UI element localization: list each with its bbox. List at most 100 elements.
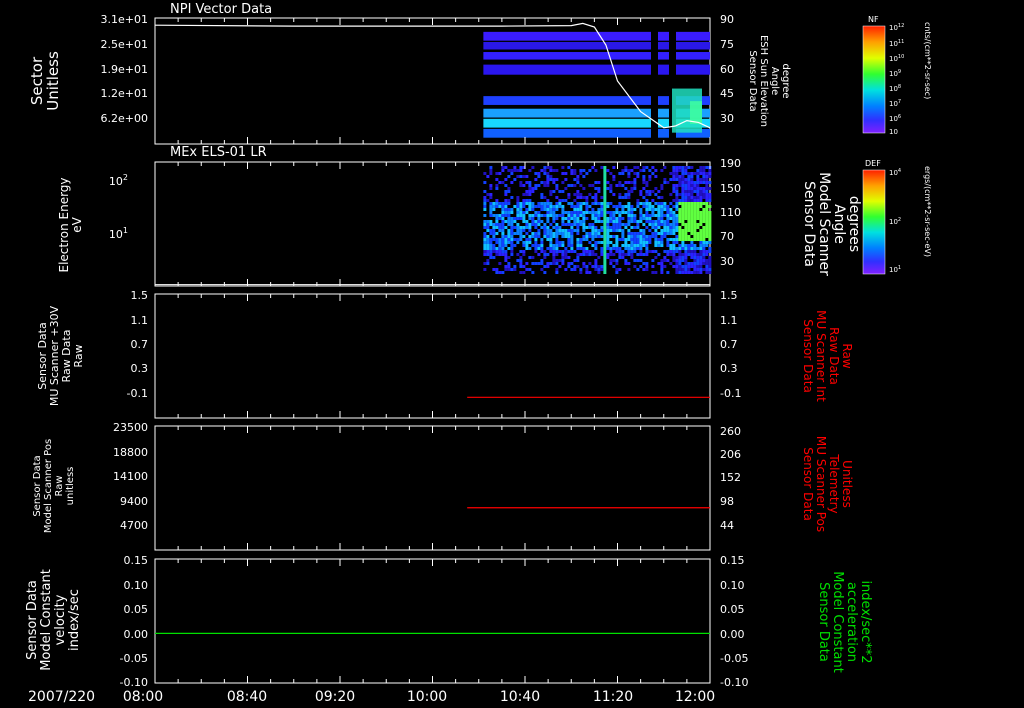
spectro-cell	[699, 253, 703, 256]
spectro-cell	[594, 262, 598, 265]
spectro-cell	[663, 202, 667, 205]
spectro-cell	[537, 262, 541, 265]
spectro-cell	[696, 193, 700, 196]
spectro-cell	[576, 256, 580, 259]
spectro-cell	[525, 202, 529, 205]
time-tick-label: 08:40	[227, 689, 267, 705]
spectro-cell	[690, 250, 694, 253]
spectro-cell	[702, 250, 706, 253]
spectro-cell	[672, 256, 676, 259]
spectro-cell	[588, 241, 592, 244]
spectro-cell	[486, 259, 490, 262]
spectro-cell	[669, 262, 673, 265]
spectro-cell	[489, 247, 493, 250]
spectro-cell	[507, 223, 511, 226]
spectro-cell	[483, 238, 487, 241]
spectro-cell	[645, 262, 649, 265]
spectro-cell	[645, 211, 649, 214]
spectro-cell	[594, 169, 598, 172]
spectro-cell	[573, 178, 577, 181]
spectro-cell	[570, 214, 574, 217]
spectro-cell	[504, 214, 508, 217]
spectro-cell	[531, 232, 535, 235]
spectro-cell	[705, 205, 709, 208]
spectro-cell	[507, 128, 514, 138]
spectro-cell	[672, 190, 676, 193]
spectro-cell	[516, 229, 520, 232]
spectro-cell	[486, 193, 490, 196]
spectro-cell	[504, 244, 508, 247]
spectro-cell	[699, 259, 703, 262]
spectro-cell	[552, 220, 556, 223]
spectro-cell	[678, 169, 682, 172]
spectro-cell	[489, 232, 493, 235]
spectro-cell	[681, 235, 685, 238]
spectro-cell	[708, 232, 712, 235]
spectro-cell	[555, 205, 559, 208]
spectro-cell	[694, 31, 705, 41]
spectro-cell	[534, 205, 538, 208]
spectro-cell	[693, 253, 697, 256]
spectro-cell	[624, 205, 628, 208]
spectro-cell	[690, 214, 694, 217]
spectro-cell	[708, 196, 712, 199]
spectro-cell	[543, 214, 547, 217]
spectro-cell	[519, 226, 523, 229]
axis-label-line: index/sec**2	[858, 580, 873, 663]
spectro-cell	[528, 256, 532, 259]
spectro-cell	[669, 208, 673, 211]
spectro-cell	[597, 265, 601, 268]
spectro-cell	[561, 211, 565, 214]
spectro-cell	[531, 262, 535, 265]
spectro-cell	[594, 214, 598, 217]
spectro-cell	[525, 96, 532, 105]
spectro-cell	[640, 64, 651, 75]
spectro-cell	[660, 184, 664, 187]
spectro-cell	[642, 187, 646, 190]
spectro-cell	[622, 64, 633, 75]
spectro-cell	[531, 166, 535, 169]
spectro-cell	[621, 238, 625, 241]
spectro-cell	[492, 208, 496, 211]
spectro-cell	[489, 166, 493, 169]
spectro-cell	[681, 271, 685, 274]
spectro-cell	[525, 220, 529, 223]
spectro-cell	[603, 223, 607, 226]
spectro-cell	[687, 214, 691, 217]
spectro-cell	[657, 190, 661, 193]
axis-label-line: Raw	[54, 475, 65, 496]
spectro-cell	[522, 175, 526, 178]
spectro-cell	[549, 247, 553, 250]
spectro-cell	[483, 205, 487, 208]
spectro-cell	[525, 193, 529, 196]
spectro-cell	[687, 253, 691, 256]
spectro-cell	[546, 217, 550, 220]
spectro-cell	[654, 202, 658, 205]
spectro-cell	[498, 205, 502, 208]
spectro-cell	[603, 193, 607, 196]
right-tick-label: 0.00	[720, 628, 745, 641]
spectro-cell	[624, 244, 628, 247]
spectro-cell	[657, 241, 661, 244]
spectro-cell	[636, 244, 640, 247]
spectro-cell	[516, 205, 520, 208]
spectro-cell	[531, 214, 535, 217]
spectro-cell	[660, 205, 664, 208]
spectro-cell	[621, 196, 625, 199]
spectro-cell	[657, 217, 661, 220]
spectro-cell	[546, 226, 550, 229]
spectro-cell	[654, 193, 658, 196]
spectro-cell	[603, 169, 607, 172]
spectro-cell	[645, 184, 649, 187]
spectro-cell	[489, 253, 493, 256]
spectro-cell	[552, 235, 556, 238]
spectro-cell	[495, 184, 499, 187]
spectro-cell	[537, 184, 541, 187]
spectro-cell	[555, 226, 559, 229]
spectro-cell	[633, 166, 637, 169]
spectro-cell	[705, 271, 709, 274]
spectro-cell	[528, 223, 532, 226]
spectro-cell	[603, 208, 607, 211]
spectro-cell	[540, 241, 544, 244]
spectro-cell	[699, 181, 703, 184]
